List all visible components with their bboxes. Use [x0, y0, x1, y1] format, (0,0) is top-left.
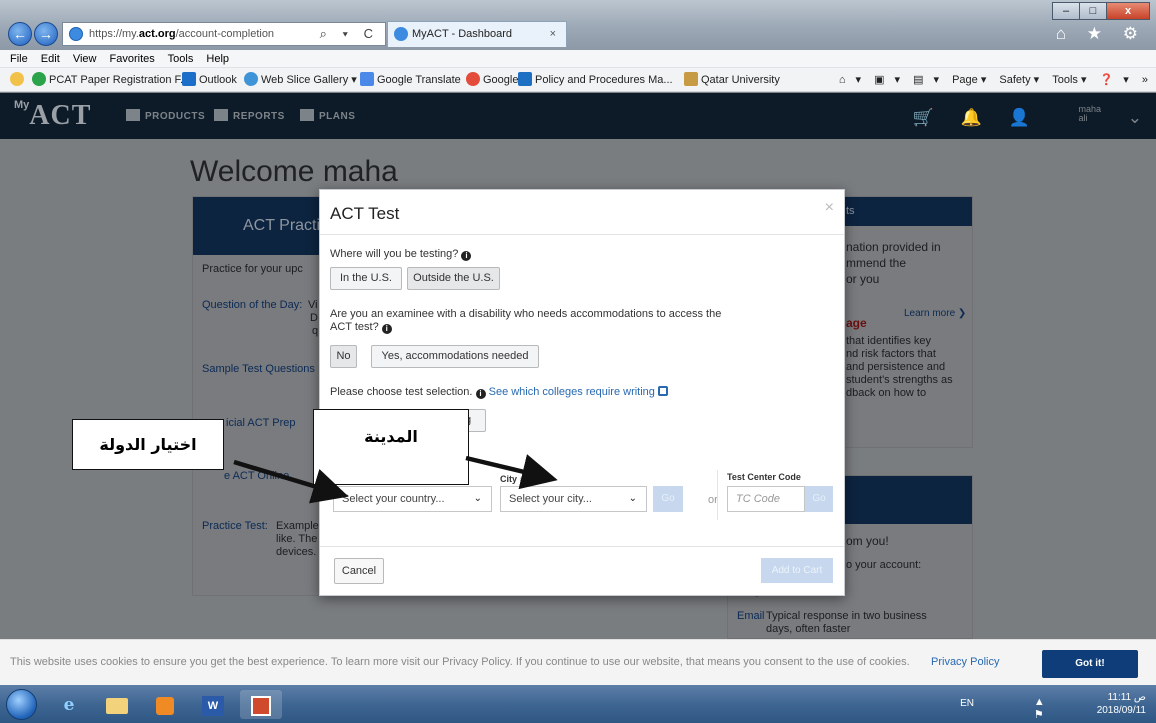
media-player-taskbar-icon[interactable] [144, 690, 186, 719]
snipping-tool-taskbar-icon[interactable] [240, 690, 282, 719]
cookie-banner: This website uses cookies to ensure you … [0, 639, 1156, 685]
file-explorer-taskbar-icon[interactable] [96, 690, 138, 719]
screen: ← → https://my.act.org/account-completio… [0, 0, 1156, 723]
language-indicator[interactable]: EN [960, 698, 974, 709]
country-arrow [233, 459, 349, 504]
city-arrow [465, 454, 558, 490]
tray-icons[interactable]: ▲ ⚑ ▭ ◀) [1034, 696, 1066, 723]
annotation-arrows [233, 454, 558, 504]
windows-taskbar: e W EN ▲ ⚑ ▭ ◀) ص 11:112018/09/11 [0, 685, 1156, 723]
got-it-button[interactable]: Got it! [1042, 650, 1138, 678]
clock[interactable]: ص 11:11 2018/09/11 [1097, 691, 1146, 717]
start-button[interactable] [6, 689, 37, 720]
internet-explorer-taskbar-icon[interactable]: e [48, 690, 90, 719]
word-taskbar-icon[interactable]: W [192, 690, 234, 719]
cookie-text: This website uses cookies to ensure you … [10, 656, 910, 668]
privacy-policy-link[interactable]: Privacy Policy [931, 656, 999, 668]
